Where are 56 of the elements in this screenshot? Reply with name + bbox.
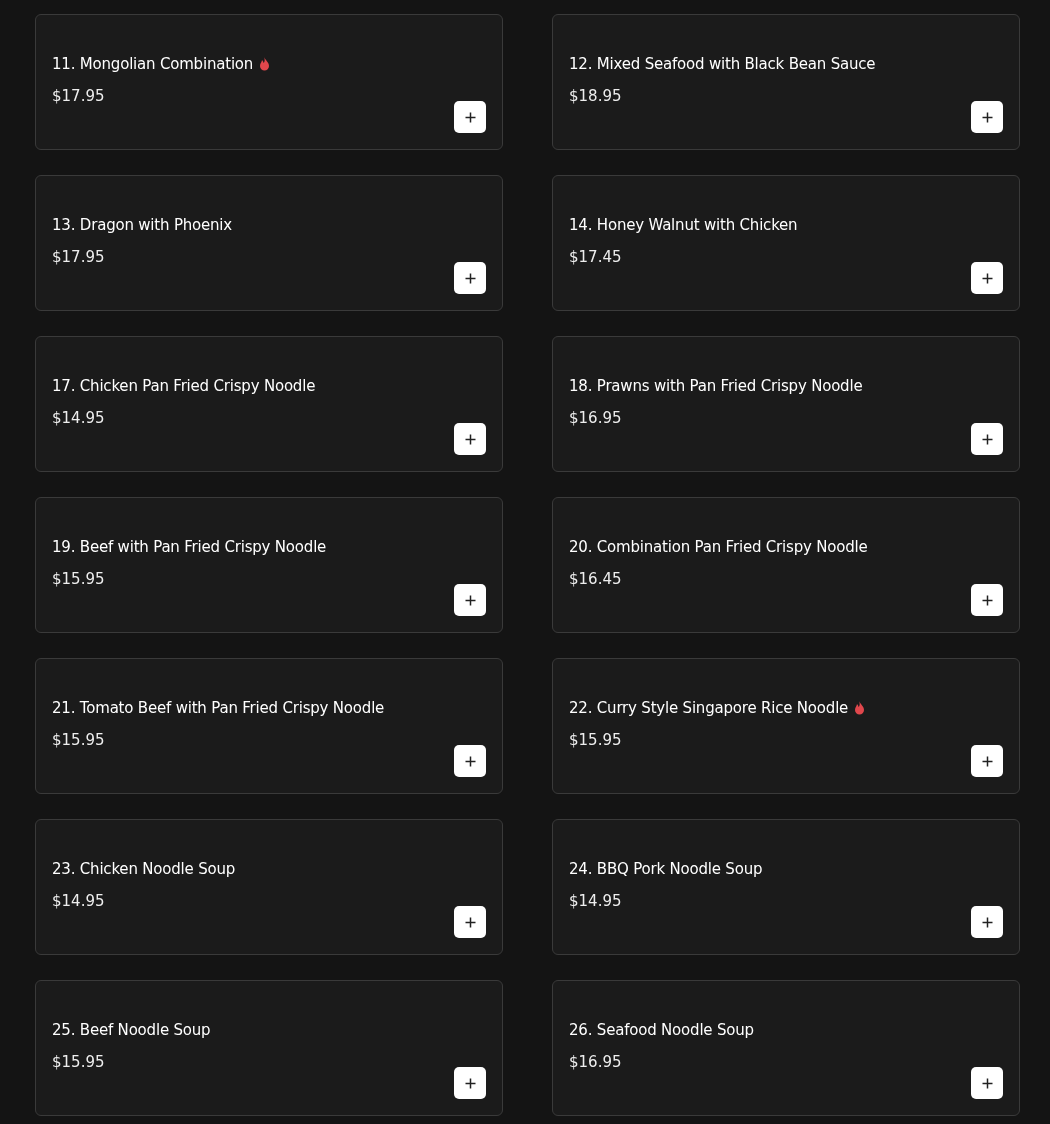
item-name: 20. Combination Pan Fried Crispy Noodle	[569, 538, 868, 556]
item-name: 17. Chicken Pan Fried Crispy Noodle	[52, 377, 316, 395]
item-price: $14.95	[569, 892, 623, 910]
add-button[interactable]	[971, 584, 1003, 616]
plus-icon	[981, 433, 993, 445]
add-button[interactable]	[454, 101, 486, 133]
plus-icon	[981, 272, 993, 284]
item-name: 11. Mongolian Combination	[52, 55, 254, 73]
item-price: $16.95	[569, 409, 623, 427]
plus-icon	[981, 594, 993, 606]
item-name: 23. Chicken Noodle Soup	[52, 860, 236, 878]
item-name: 12. Mixed Seafood with Black Bean Sauce	[569, 55, 876, 73]
plus-icon	[464, 755, 476, 767]
item-price: $17.95	[52, 248, 106, 266]
plus-icon	[464, 433, 476, 445]
item-name: 21. Tomato Beef with Pan Fried Crispy Noodle	[52, 699, 385, 717]
item-price: $15.95	[52, 731, 106, 749]
item-name: 26. Seafood Noodle Soup	[569, 1021, 754, 1039]
add-button[interactable]	[971, 745, 1003, 777]
add-button[interactable]	[454, 1067, 486, 1099]
plus-icon	[981, 755, 993, 767]
add-button[interactable]	[454, 906, 486, 938]
item-price: $14.95	[52, 409, 106, 427]
item-price: $17.45	[569, 248, 623, 266]
plus-icon	[464, 272, 476, 284]
item-name: 14. Honey Walnut with Chicken	[569, 216, 798, 234]
item-name: 13. Dragon with Phoenix	[52, 216, 232, 234]
add-button[interactable]	[971, 101, 1003, 133]
plus-icon	[981, 916, 993, 928]
plus-icon	[981, 111, 993, 123]
plus-icon	[464, 594, 476, 606]
add-button[interactable]	[971, 262, 1003, 294]
item-price: $15.95	[569, 731, 623, 749]
add-button[interactable]	[971, 906, 1003, 938]
add-button[interactable]	[454, 745, 486, 777]
item-name: 22. Curry Style Singapore Rice Noodle	[569, 699, 849, 717]
add-button[interactable]	[971, 423, 1003, 455]
add-button[interactable]	[454, 262, 486, 294]
item-price: $15.95	[52, 570, 106, 588]
plus-icon	[981, 1077, 993, 1089]
item-name: 25. Beef Noodle Soup	[52, 1021, 211, 1039]
item-name: 19. Beef with Pan Fried Crispy Noodle	[52, 538, 327, 556]
item-price: $17.95	[52, 87, 106, 105]
item-name: 24. BBQ Pork Noodle Soup	[569, 860, 763, 878]
plus-icon	[464, 1077, 476, 1089]
item-price: $16.95	[569, 1053, 623, 1071]
plus-icon	[464, 916, 476, 928]
plus-icon	[464, 111, 476, 123]
add-button[interactable]	[454, 423, 486, 455]
item-price: $14.95	[52, 892, 106, 910]
add-button[interactable]	[454, 584, 486, 616]
item-price: $16.45	[569, 570, 623, 588]
add-button[interactable]	[971, 1067, 1003, 1099]
item-name: 18. Prawns with Pan Fried Crispy Noodle	[569, 377, 863, 395]
item-price: $15.95	[52, 1053, 106, 1071]
item-price: $18.95	[569, 87, 623, 105]
